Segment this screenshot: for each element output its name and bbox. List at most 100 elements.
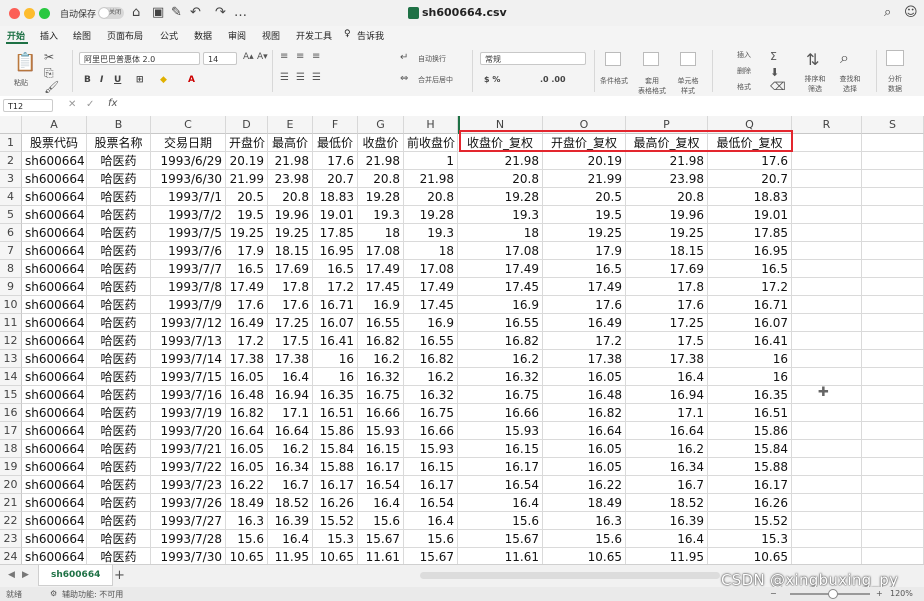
autosave-toggle[interactable]: 关闭 (98, 7, 124, 19)
data-cell[interactable]: 17.1 (268, 404, 313, 422)
column-header-E[interactable]: E (268, 116, 313, 134)
data-cell[interactable] (792, 530, 862, 548)
data-cell[interactable] (862, 494, 924, 512)
font-size-select[interactable]: 14 (203, 52, 237, 65)
data-cell[interactable]: sh600664 (22, 188, 87, 206)
column-header-G[interactable]: G (358, 116, 404, 134)
data-cell[interactable]: 16.5 (708, 260, 792, 278)
data-cell[interactable]: 16.2 (404, 368, 458, 386)
row-header[interactable]: 4 (0, 188, 22, 206)
row-header[interactable]: 8 (0, 260, 22, 278)
align-center-icon[interactable]: ☰ (296, 72, 305, 83)
minimize-window-button[interactable] (24, 8, 35, 19)
confirm-icon[interactable]: ✓ (86, 99, 94, 110)
data-cell[interactable]: 16.82 (404, 350, 458, 368)
data-cell[interactable]: 哈医药 (87, 404, 151, 422)
data-cell[interactable]: 16.32 (404, 386, 458, 404)
data-cell[interactable]: 15.52 (313, 512, 358, 530)
header-cell[interactable]: 最低价_复权 (708, 134, 792, 152)
data-cell[interactable]: 15.3 (313, 530, 358, 548)
data-cell[interactable]: 17.5 (268, 332, 313, 350)
data-cell[interactable]: 哈医药 (87, 476, 151, 494)
data-cell[interactable]: 15.67 (458, 530, 543, 548)
row-header[interactable]: 24 (0, 548, 22, 564)
data-cell[interactable]: 哈医药 (87, 548, 151, 564)
number-format-select[interactable]: 常规 (480, 52, 586, 65)
data-cell[interactable] (792, 332, 862, 350)
data-cell[interactable]: 19.25 (543, 224, 626, 242)
data-cell[interactable]: 15.93 (458, 422, 543, 440)
row-header[interactable]: 2 (0, 152, 22, 170)
header-cell[interactable]: 最低价 (313, 134, 358, 152)
data-cell[interactable] (862, 296, 924, 314)
data-cell[interactable]: 16.82 (358, 332, 404, 350)
data-cell[interactable]: 17.08 (458, 242, 543, 260)
data-cell[interactable]: 16.71 (313, 296, 358, 314)
data-cell[interactable]: 16.41 (313, 332, 358, 350)
data-cell[interactable]: 11.95 (626, 548, 708, 564)
data-cell[interactable]: 17.49 (404, 278, 458, 296)
data-cell[interactable]: 20.19 (226, 152, 268, 170)
data-cell[interactable] (792, 206, 862, 224)
data-cell[interactable]: 16.54 (458, 476, 543, 494)
data-cell[interactable]: 1993/7/26 (151, 494, 226, 512)
data-cell[interactable]: 20.7 (313, 170, 358, 188)
next-sheet-icon[interactable]: ▶ (22, 570, 29, 580)
data-cell[interactable]: 16.22 (543, 476, 626, 494)
underline-button[interactable]: U (114, 75, 121, 85)
data-cell[interactable]: 16 (708, 368, 792, 386)
data-cell[interactable] (862, 476, 924, 494)
paste-icon[interactable]: 📋 (14, 52, 36, 73)
data-cell[interactable]: 16.05 (226, 440, 268, 458)
data-cell[interactable]: 哈医药 (87, 224, 151, 242)
header-cell[interactable]: 收盘价_复权 (458, 134, 543, 152)
data-cell[interactable]: 19.01 (708, 206, 792, 224)
data-cell[interactable]: 哈医药 (87, 350, 151, 368)
data-cell[interactable]: 17.45 (358, 278, 404, 296)
data-cell[interactable]: sh600664 (22, 242, 87, 260)
data-cell[interactable] (792, 314, 862, 332)
data-cell[interactable]: 15.6 (226, 530, 268, 548)
more-icon[interactable]: … (234, 5, 247, 20)
data-cell[interactable]: 16.05 (226, 458, 268, 476)
row-header[interactable]: 19 (0, 458, 22, 476)
data-cell[interactable]: 哈医药 (87, 170, 151, 188)
data-cell[interactable]: 18.83 (313, 188, 358, 206)
data-cell[interactable]: 16.95 (313, 242, 358, 260)
add-sheet-button[interactable]: + (114, 568, 125, 583)
data-cell[interactable]: 17.69 (268, 260, 313, 278)
row-header[interactable]: 16 (0, 404, 22, 422)
data-cell[interactable]: sh600664 (22, 152, 87, 170)
data-cell[interactable]: 19.96 (268, 206, 313, 224)
data-cell[interactable]: 1993/7/2 (151, 206, 226, 224)
data-cell[interactable]: 1993/7/14 (151, 350, 226, 368)
data-cell[interactable]: 15.86 (708, 422, 792, 440)
data-cell[interactable]: 1993/7/19 (151, 404, 226, 422)
conditional-format-label[interactable]: 条件格式 (600, 76, 628, 86)
data-cell[interactable]: sh600664 (22, 530, 87, 548)
align-bottom-icon[interactable]: ≡ (312, 51, 320, 62)
header-cell[interactable]: 交易日期 (151, 134, 226, 152)
data-cell[interactable]: 16.49 (543, 314, 626, 332)
data-cell[interactable] (792, 458, 862, 476)
data-cell[interactable]: 1993/7/12 (151, 314, 226, 332)
data-cell[interactable]: 16.05 (226, 368, 268, 386)
data-cell[interactable]: 16.26 (708, 494, 792, 512)
data-cell[interactable]: 17.69 (626, 260, 708, 278)
data-cell[interactable]: 哈医药 (87, 440, 151, 458)
data-cell[interactable]: 1993/7/27 (151, 512, 226, 530)
row-header[interactable]: 13 (0, 350, 22, 368)
data-cell[interactable]: 16.9 (458, 296, 543, 314)
data-cell[interactable]: 17.49 (543, 278, 626, 296)
data-cell[interactable]: 16.4 (358, 494, 404, 512)
column-header-Q[interactable]: Q (708, 116, 792, 134)
data-cell[interactable]: 1993/7/30 (151, 548, 226, 564)
find-select-icon[interactable]: ⌕ (840, 48, 849, 68)
data-cell[interactable]: 17.38 (543, 350, 626, 368)
format-cells-label[interactable]: 格式 (737, 82, 751, 92)
data-cell[interactable]: 11.61 (458, 548, 543, 564)
analyze-data-label[interactable]: 分析 数据 (882, 74, 908, 94)
data-cell[interactable]: 20.5 (543, 188, 626, 206)
data-cell[interactable]: 1993/7/1 (151, 188, 226, 206)
tab-insert[interactable]: 插入 (40, 29, 58, 42)
